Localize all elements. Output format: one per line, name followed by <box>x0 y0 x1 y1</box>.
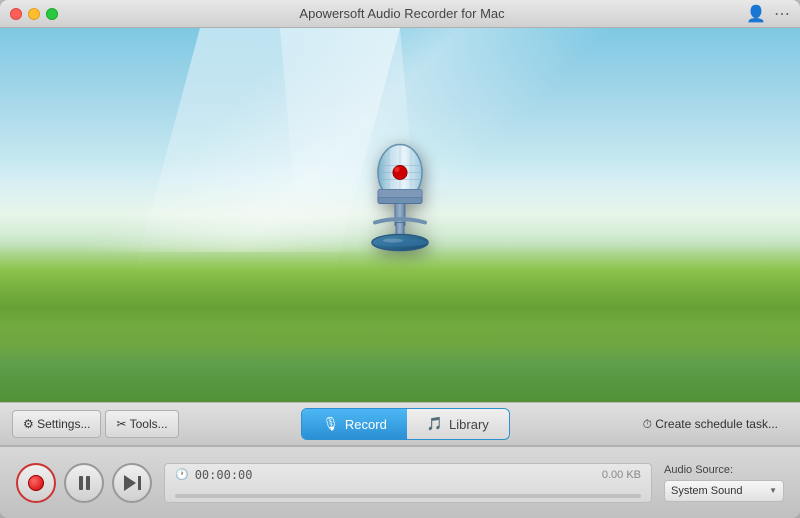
audio-source-select[interactable]: System Sound ▼ <box>664 480 784 502</box>
pause-bar-2 <box>86 476 90 490</box>
mic-tab-icon: 🎙 <box>322 416 339 432</box>
tab-group: 🎙 Record 🎵 Library <box>301 408 509 440</box>
skip-bar-icon <box>138 476 141 490</box>
titlebar-icons: 👤 ⋯ <box>746 4 790 24</box>
settings-button[interactable]: ⚙ Settings... <box>12 410 101 438</box>
play-skip-button[interactable] <box>112 463 152 503</box>
schedule-button[interactable]: ⏱ Create schedule task... <box>633 410 788 438</box>
record-button[interactable] <box>16 463 56 503</box>
file-size-display: 0.00 KB <box>602 469 641 481</box>
menu-icon[interactable]: ⋯ <box>774 4 790 24</box>
pause-icon <box>79 476 90 490</box>
user-icon[interactable]: 👤 <box>746 4 766 24</box>
select-arrow-icon: ▼ <box>769 486 777 495</box>
skip-bars-icon <box>138 476 141 490</box>
titlebar: Apowersoft Audio Recorder for Mac 👤 ⋯ <box>0 0 800 28</box>
tab-library-label: Library <box>449 417 489 432</box>
play-triangle-icon <box>124 475 136 491</box>
close-button[interactable] <box>10 8 22 20</box>
pause-button[interactable] <box>64 463 104 503</box>
progress-top: 🕐 00:00:00 0.00 KB <box>175 468 641 482</box>
library-tab-icon: 🎵 <box>427 416 443 432</box>
traffic-lights <box>10 8 58 20</box>
tools-button[interactable]: ✂ Tools... <box>105 410 178 438</box>
audio-source-value: System Sound <box>671 485 743 497</box>
maximize-button[interactable] <box>46 8 58 20</box>
audio-source-label: Audio Source: <box>664 464 784 476</box>
minimize-button[interactable] <box>28 8 40 20</box>
toolbar-left: ⚙ Settings... ✂ Tools... <box>12 410 179 438</box>
clock-icon: 🕐 <box>175 468 189 481</box>
window-title: Apowersoft Audio Recorder for Mac <box>58 6 746 21</box>
app-window: Apowersoft Audio Recorder for Mac 👤 ⋯ <box>0 0 800 518</box>
play-skip-icon <box>124 475 141 491</box>
tab-record[interactable]: 🎙 Record <box>302 409 406 439</box>
progress-bar[interactable] <box>175 494 641 498</box>
record-dot-icon <box>28 475 44 491</box>
time-display: 00:00:00 <box>195 468 253 482</box>
toolbar-right: ⏱ Create schedule task... <box>633 410 788 438</box>
microphone-icon <box>345 138 455 278</box>
microphone-graphic <box>340 133 460 283</box>
visual-area <box>0 28 800 402</box>
playback-controls <box>16 463 152 503</box>
pause-bar-1 <box>79 476 83 490</box>
audio-source-section: Audio Source: System Sound ▼ <box>664 464 784 502</box>
progress-area: 🕐 00:00:00 0.00 KB <box>164 463 652 503</box>
toolbar: ⚙ Settings... ✂ Tools... 🎙 Record 🎵 Libr… <box>0 402 800 446</box>
toolbar-center: 🎙 Record 🎵 Library <box>179 408 633 440</box>
bottom-bar: 🕐 00:00:00 0.00 KB Audio Source: System … <box>0 446 800 518</box>
main-content: ⚙ Settings... ✂ Tools... 🎙 Record 🎵 Libr… <box>0 28 800 518</box>
tab-library[interactable]: 🎵 Library <box>407 409 509 439</box>
tab-record-label: Record <box>345 417 387 432</box>
